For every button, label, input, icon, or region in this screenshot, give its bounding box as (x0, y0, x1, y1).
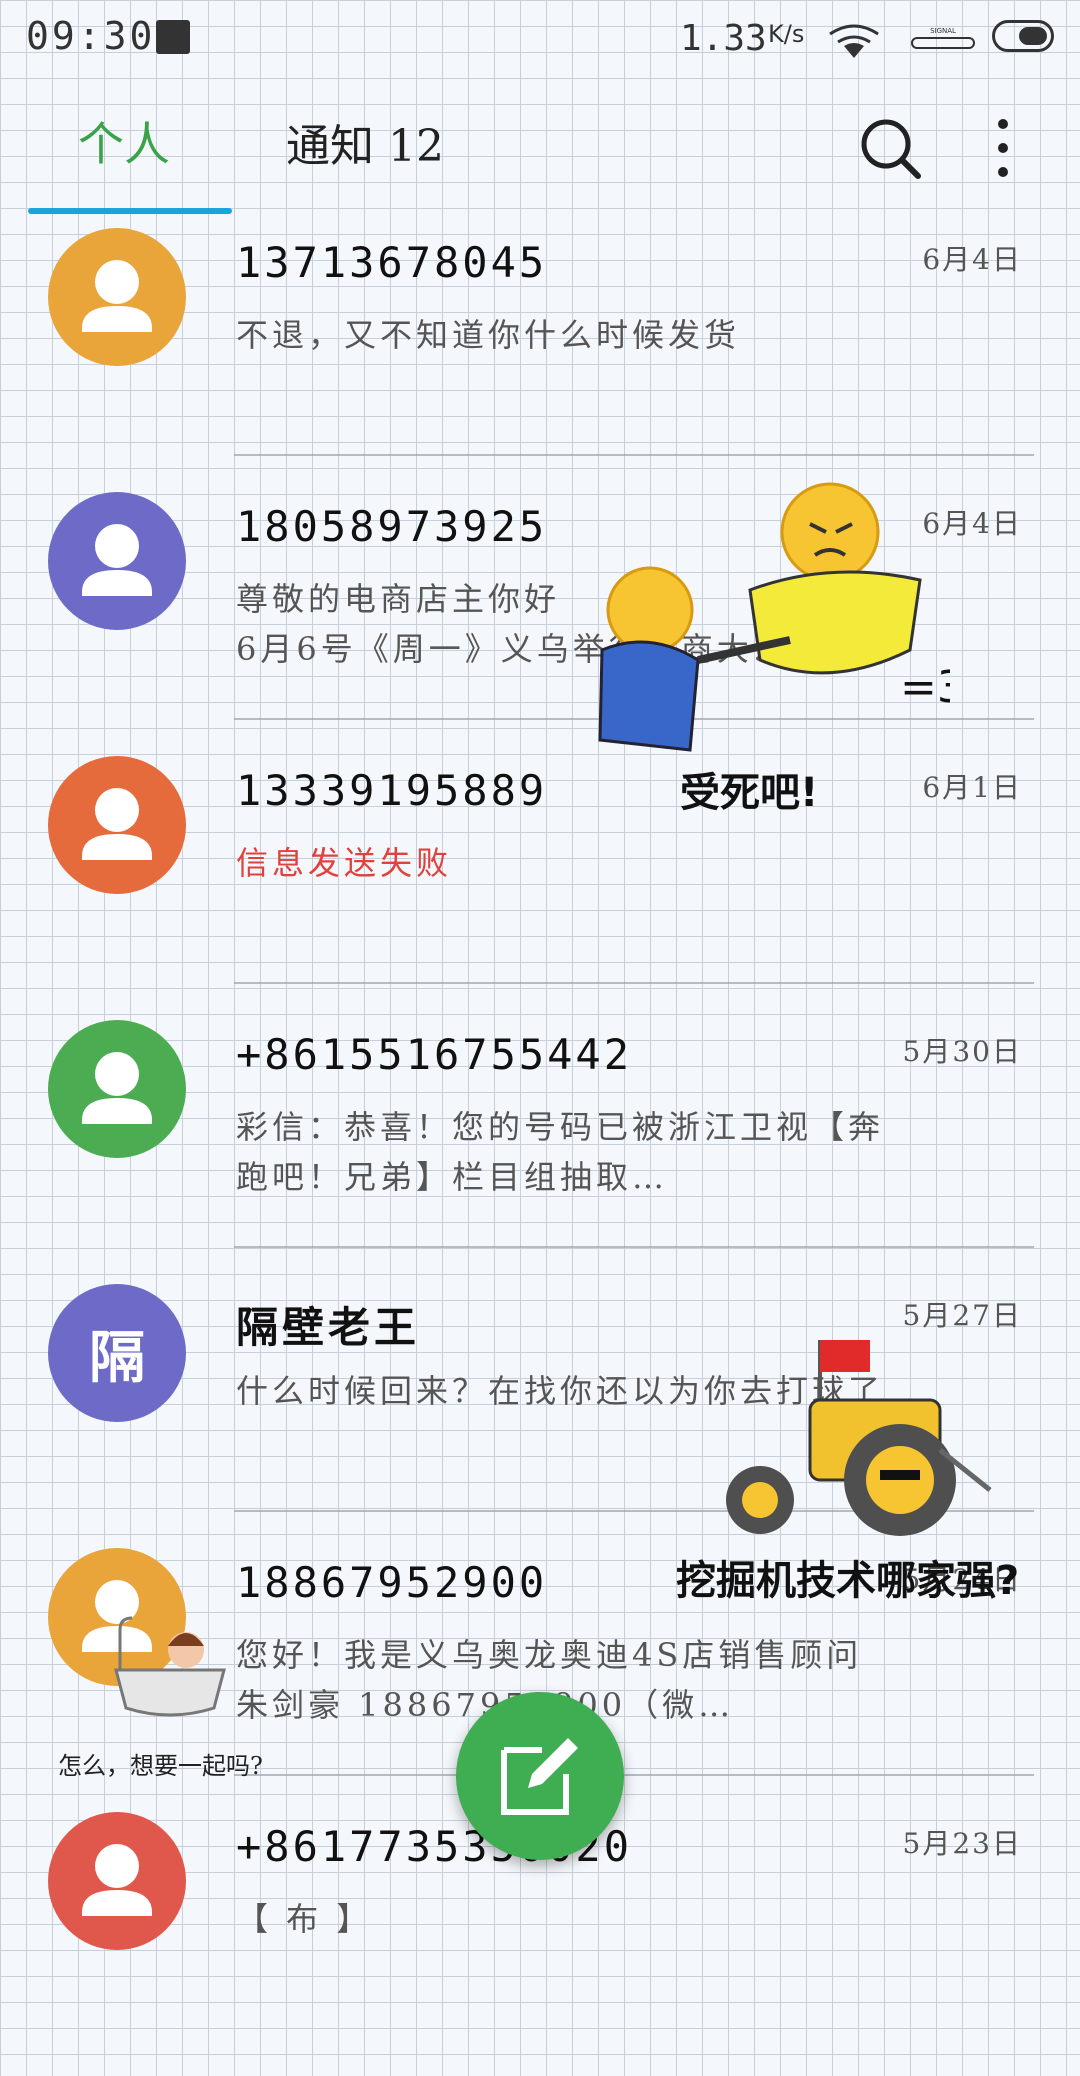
message-preview: 不退，又不知道你什么时候发货 (236, 316, 741, 354)
message-preview: 彩信：恭喜！您的号码已被浙江卫视【奔跑吧！兄弟】栏目组抽取… (236, 1108, 885, 1196)
wifi-icon (829, 24, 879, 58)
more-vertical-icon[interactable] (986, 116, 1020, 180)
search-icon[interactable] (858, 116, 922, 180)
person-icon (82, 524, 152, 596)
compose-icon (501, 1738, 578, 1815)
avatar[interactable]: 隔 (48, 1284, 186, 1422)
tab-notifications[interactable]: 通知 12 (286, 110, 444, 174)
active-tab-indicator (28, 208, 232, 214)
avatar[interactable] (48, 1020, 186, 1158)
message-preview: 【 布 】 (236, 1900, 373, 1938)
avatar[interactable] (48, 228, 186, 366)
sender: 18058973925 (236, 502, 548, 551)
person-icon (82, 1844, 152, 1916)
divider (234, 982, 1034, 984)
avatar[interactable] (48, 492, 186, 630)
net-speed: 1.33 (680, 18, 767, 59)
sender: 13713678045 (236, 238, 548, 287)
conversation-row[interactable]: +8615516755442 5月30日彩信：恭喜！您的号码已被浙江卫视【奔跑吧！… (0, 1020, 1080, 1284)
status-bar: 09:30 1.33 K/s SIGNAL (0, 0, 1080, 80)
bathtub-sticker (114, 1616, 226, 1717)
message-date: 5月27日 (902, 1299, 1022, 1332)
battery-icon (992, 20, 1054, 52)
conversation-row[interactable]: 13713678045 6月4日不退，又不知道你什么时候发货 (0, 228, 1080, 492)
person-icon (82, 260, 152, 332)
net-speed-unit: K/s (768, 20, 805, 48)
message-date: 5月30日 (902, 1035, 1022, 1068)
send-failed-text: 信息发送失败 (236, 844, 453, 882)
conversation-row[interactable]: 13339195889 6月1日 信息发送失败 (0, 756, 1080, 1020)
divider (234, 1774, 1034, 1776)
sender: 13339195889 (236, 766, 548, 815)
person-icon (82, 1052, 152, 1124)
signal-icon: SIGNAL (911, 27, 975, 49)
avatar[interactable] (48, 1812, 186, 1950)
excavator-sticker (726, 1340, 992, 1536)
sender: +8615516755442 (236, 1030, 633, 1079)
avatar[interactable] (48, 756, 186, 894)
divider (234, 1246, 1034, 1248)
signal-label: SIGNAL (930, 27, 956, 35)
excavator-sticker-caption: 挖掘机技术哪家强? (676, 1558, 1020, 1604)
bathtub-sticker-caption: 怎么，想要一起吗? (58, 1752, 263, 1780)
sender: 隔壁老王 (236, 1303, 421, 1352)
message-date: 6月4日 (922, 243, 1022, 276)
sender: 18867952900 (236, 1558, 548, 1607)
fight-sticker-caption: 受死吧! (680, 770, 819, 816)
status-time: 09:30 (26, 14, 156, 58)
compose-button[interactable] (456, 1692, 624, 1860)
svg-text:=3: =3 (900, 662, 950, 713)
message-date: 5月23日 (902, 1827, 1022, 1860)
tab-personal[interactable]: 个人 (78, 108, 170, 174)
tab-bar: 个人 通知 12 (0, 90, 1080, 220)
person-icon (82, 788, 152, 860)
divider (234, 454, 1034, 456)
avatar-initial: 隔 (89, 1324, 145, 1391)
fight-sticker: =3 (598, 482, 950, 752)
sim-card-icon (156, 20, 190, 54)
